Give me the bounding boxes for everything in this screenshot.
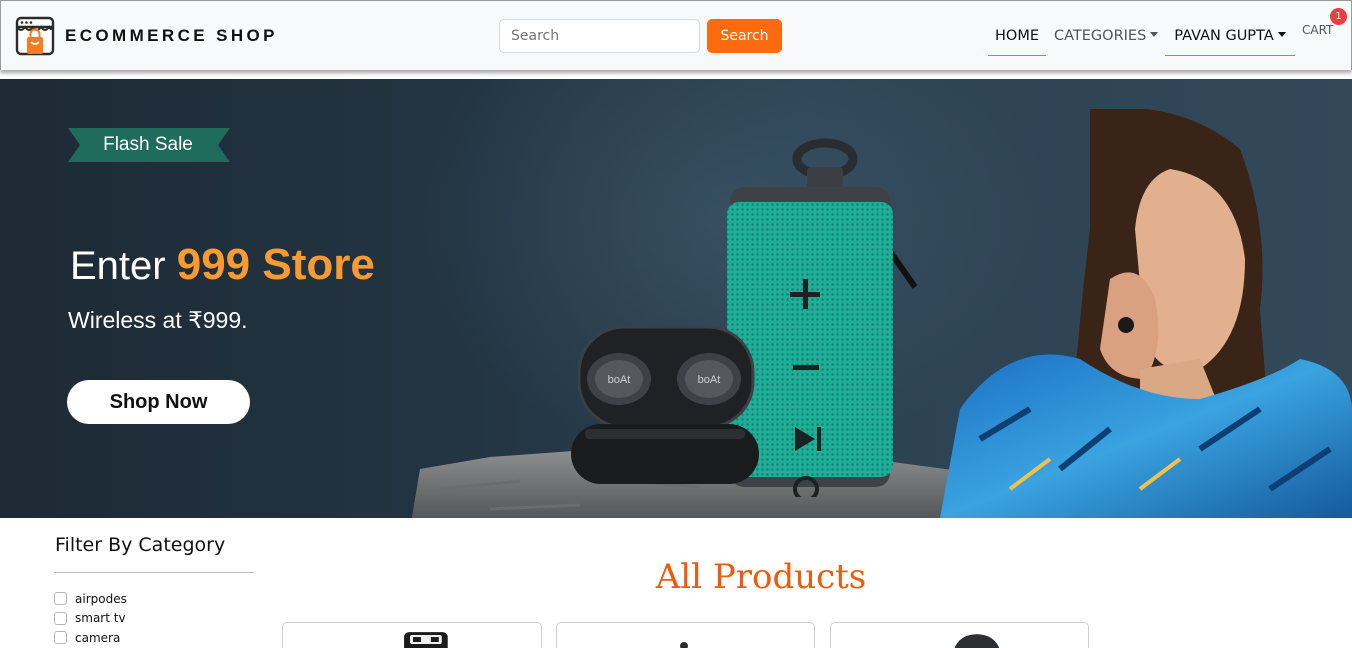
nav-categories-label: CATEGORIES — [1054, 28, 1147, 44]
nav-user-dropdown[interactable]: PAVAN GUPTA — [1165, 25, 1295, 47]
product-image — [680, 642, 688, 648]
shop-bag-icon — [15, 16, 55, 56]
nav-user-underline — [1165, 55, 1295, 56]
category-label: smart tv — [75, 611, 126, 626]
chevron-down-icon — [1277, 32, 1286, 37]
category-checkbox[interactable] — [54, 631, 67, 645]
filter-divider — [54, 572, 254, 573]
category-label: camera — [75, 630, 121, 645]
nav-home-underline — [988, 55, 1046, 56]
brand[interactable]: ECOMMERCE SHOP — [15, 15, 278, 57]
product-card[interactable] — [282, 622, 542, 648]
category-checkbox[interactable] — [54, 611, 67, 625]
search-button[interactable]: Search — [707, 19, 782, 53]
earbud-brand-right: boAt — [698, 374, 721, 386]
category-list: airpodes smart tv camera — [54, 589, 127, 648]
headline-accent: 999 Store — [176, 240, 375, 289]
earbuds-product-image: boAt boAt — [571, 325, 759, 484]
nav-user-label: PAVAN GUPTA — [1174, 28, 1274, 44]
brand-name: ECOMMERCE SHOP — [65, 26, 278, 45]
products-title: All Products — [655, 557, 867, 597]
chevron-down-icon — [1150, 32, 1159, 37]
hero-banner[interactable]: Flash Sale Enter 999 Store Wireless at ₹… — [0, 79, 1352, 518]
banner-headline: Enter 999 Store — [70, 237, 375, 294]
earbud-brand-left: boAt — [608, 374, 631, 386]
filter-title: Filter By Category — [55, 534, 226, 556]
search-input[interactable] — [499, 19, 700, 53]
model-photo — [940, 109, 1352, 518]
product-image — [954, 634, 1000, 648]
nav-cart-link[interactable]: CART — [1302, 23, 1333, 37]
shop-now-button[interactable]: Shop Now — [67, 380, 250, 424]
flash-sale-tag: Flash Sale — [103, 134, 193, 155]
headline-prefix: Enter — [70, 244, 177, 288]
category-item-smart-tv[interactable]: smart tv — [54, 609, 127, 629]
category-item-camera[interactable]: camera — [54, 628, 127, 648]
product-image — [404, 632, 448, 648]
category-checkbox[interactable] — [54, 592, 67, 606]
cart-count-badge: 1 — [1330, 8, 1347, 25]
product-card[interactable] — [830, 622, 1089, 648]
product-card[interactable] — [556, 622, 815, 648]
nav-categories-dropdown[interactable]: CATEGORIES — [1054, 25, 1159, 47]
category-label: airpodes — [75, 591, 127, 606]
navbar: ECOMMERCE SHOP Search HOME CATEGORIES PA… — [0, 0, 1352, 70]
nav-home-link[interactable]: HOME — [988, 25, 1046, 47]
category-item-airpodes[interactable]: airpodes — [54, 589, 127, 609]
banner-subheadline: Wireless at ₹999. — [68, 307, 248, 333]
